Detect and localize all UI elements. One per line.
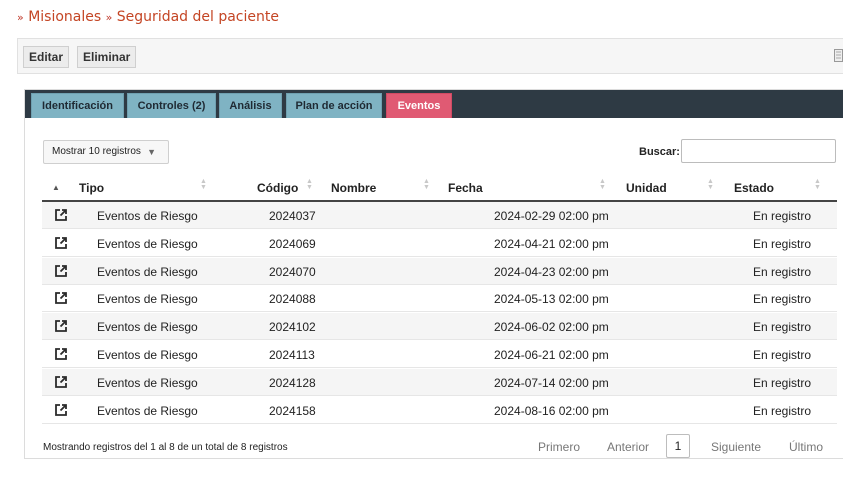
- cell-estado: En registro: [753, 236, 812, 251]
- column-header-tipo[interactable]: Tipo: [79, 181, 104, 195]
- sort-ascending-icon[interactable]: ▲: [52, 183, 60, 192]
- tab-analisis[interactable]: Análisis: [219, 93, 282, 118]
- cell-estado: En registro: [753, 264, 812, 279]
- cell-tipo: Eventos de Riesgo: [97, 320, 198, 335]
- cell-estado: En registro: [753, 403, 812, 418]
- cell-estado: En registro: [753, 209, 812, 223]
- pagination-next[interactable]: Siguiente: [711, 440, 761, 454]
- column-header-unidad[interactable]: Unidad: [626, 181, 667, 195]
- cell-tipo: Eventos de Riesgo: [97, 292, 198, 307]
- cell-tipo: Eventos de Riesgo: [97, 236, 198, 251]
- tab-eventos[interactable]: Eventos: [386, 93, 452, 118]
- external-link-icon[interactable]: [54, 236, 68, 250]
- table-info: Mostrando registros del 1 al 8 de un tot…: [43, 442, 288, 453]
- tab-controles[interactable]: Controles (2): [127, 93, 216, 118]
- cell-codigo: 2024128: [269, 375, 316, 390]
- cell-estado: En registro: [753, 375, 812, 390]
- breadcrumb-item-misionales[interactable]: Misionales: [28, 9, 101, 25]
- pagination-last[interactable]: Último: [789, 440, 823, 454]
- external-link-icon[interactable]: [54, 291, 68, 305]
- cell-codigo: 2024037: [269, 209, 316, 223]
- search-input[interactable]: [681, 139, 836, 163]
- tab-identificacion[interactable]: Identificación: [31, 93, 124, 118]
- cell-codigo: 2024070: [269, 264, 316, 279]
- sort-arrows-icon[interactable]: ▲ ▼: [306, 178, 313, 191]
- search-label: Buscar:: [639, 146, 680, 158]
- cell-codigo: 2024069: [269, 236, 316, 251]
- table-row[interactable]: Eventos de Riesgo 2024128 2024-07-14 02:00…: [42, 368, 837, 396]
- breadcrumb-separator: »: [17, 11, 24, 24]
- cell-fecha: 2024-06-02 02:00 pm: [494, 320, 609, 335]
- cell-estado: En registro: [753, 320, 812, 335]
- table-header: ▲ Tipo ▲ ▼ Código ▲ ▼ Nombre ▲ ▼ Fecha ▲ ▼ U…: [42, 175, 837, 202]
- edit-button[interactable]: Editar: [23, 46, 70, 68]
- external-link-icon[interactable]: [54, 375, 68, 389]
- action-toolbar: Editar Eliminar: [17, 38, 843, 74]
- records-per-page-label: Mostrar 10 registros: [52, 146, 141, 157]
- table-row[interactable]: Eventos de Riesgo 2024069 2024-04-21 02:00…: [42, 230, 837, 257]
- breadcrumb: » Misionales » Seguridad del paciente: [17, 9, 279, 25]
- cell-fecha: 2024-04-23 02:00 pm: [494, 264, 609, 279]
- pagination-previous[interactable]: Anterior: [607, 440, 649, 454]
- cell-codigo: 2024102: [269, 320, 316, 335]
- external-link-icon[interactable]: [54, 208, 68, 222]
- sort-arrows-icon[interactable]: ▲ ▼: [599, 178, 606, 191]
- table-row[interactable]: Eventos de Riesgo 2024070 2024-04-23 02:00…: [42, 257, 837, 285]
- cell-codigo: 2024113: [269, 348, 315, 362]
- cell-tipo: Eventos de Riesgo: [97, 348, 198, 362]
- column-header-codigo[interactable]: Código: [257, 181, 298, 195]
- pagination-current-page[interactable]: 1: [666, 434, 690, 458]
- document-icon[interactable]: [834, 49, 843, 62]
- column-header-fecha[interactable]: Fecha: [448, 181, 483, 195]
- cell-tipo: Eventos de Riesgo: [97, 209, 198, 223]
- cell-codigo: 2024088: [269, 292, 316, 307]
- chevron-down-icon: ▼: [147, 147, 156, 157]
- sort-arrows-icon[interactable]: ▲ ▼: [707, 178, 714, 191]
- column-header-estado[interactable]: Estado: [734, 181, 774, 195]
- events-panel: Identificación Controles (2) Análisis Pl…: [24, 89, 843, 459]
- table-row[interactable]: Eventos de Riesgo 2024037 2024-02-29 02:00…: [42, 202, 837, 229]
- cell-tipo: Eventos de Riesgo: [97, 403, 198, 418]
- external-link-icon[interactable]: [54, 264, 68, 278]
- column-header-nombre[interactable]: Nombre: [331, 181, 376, 195]
- breadcrumb-item-seguridad-del-paciente[interactable]: Seguridad del paciente: [117, 9, 279, 25]
- table-row[interactable]: Eventos de Riesgo 2024113 2024-06-21 02:00…: [42, 341, 837, 368]
- cell-fecha: 2024-05-13 02:00 pm: [494, 292, 609, 307]
- cell-tipo: Eventos de Riesgo: [97, 264, 198, 279]
- table-row[interactable]: Eventos de Riesgo 2024102 2024-06-02 02:00…: [42, 313, 837, 341]
- tab-plan-de-accion[interactable]: Plan de acción: [286, 93, 382, 118]
- table-row[interactable]: Eventos de Riesgo 2024088 2024-05-13 02:00…: [42, 285, 837, 313]
- external-link-icon[interactable]: [54, 319, 68, 333]
- tab-bar: Identificación Controles (2) Análisis Pl…: [25, 90, 843, 118]
- cell-fecha: 2024-04-21 02:00 pm: [494, 236, 609, 251]
- cell-fecha: 2024-06-21 02:00 pm: [494, 348, 609, 362]
- cell-estado: En registro: [753, 348, 812, 362]
- external-link-icon[interactable]: [54, 347, 68, 361]
- sort-arrows-icon[interactable]: ▲ ▼: [814, 178, 821, 191]
- table-row[interactable]: Eventos de Riesgo 2024158 2024-08-16 02:00…: [42, 397, 837, 424]
- pagination-first[interactable]: Primero: [538, 440, 580, 454]
- sort-arrows-icon[interactable]: ▲ ▼: [200, 178, 207, 191]
- external-link-icon[interactable]: [54, 403, 68, 417]
- cell-fecha: 2024-07-14 02:00 pm: [494, 375, 609, 390]
- sort-arrows-icon[interactable]: ▲ ▼: [423, 178, 430, 191]
- cell-estado: En registro: [753, 292, 812, 307]
- cell-fecha: 2024-08-16 02:00 pm: [494, 403, 609, 418]
- cell-fecha: 2024-02-29 02:00 pm: [494, 209, 609, 223]
- breadcrumb-separator: »: [105, 11, 113, 24]
- cell-tipo: Eventos de Riesgo: [97, 375, 198, 390]
- records-per-page-select[interactable]: Mostrar 10 registros ▼: [43, 140, 169, 164]
- cell-codigo: 2024158: [269, 403, 316, 418]
- delete-button[interactable]: Eliminar: [77, 46, 137, 68]
